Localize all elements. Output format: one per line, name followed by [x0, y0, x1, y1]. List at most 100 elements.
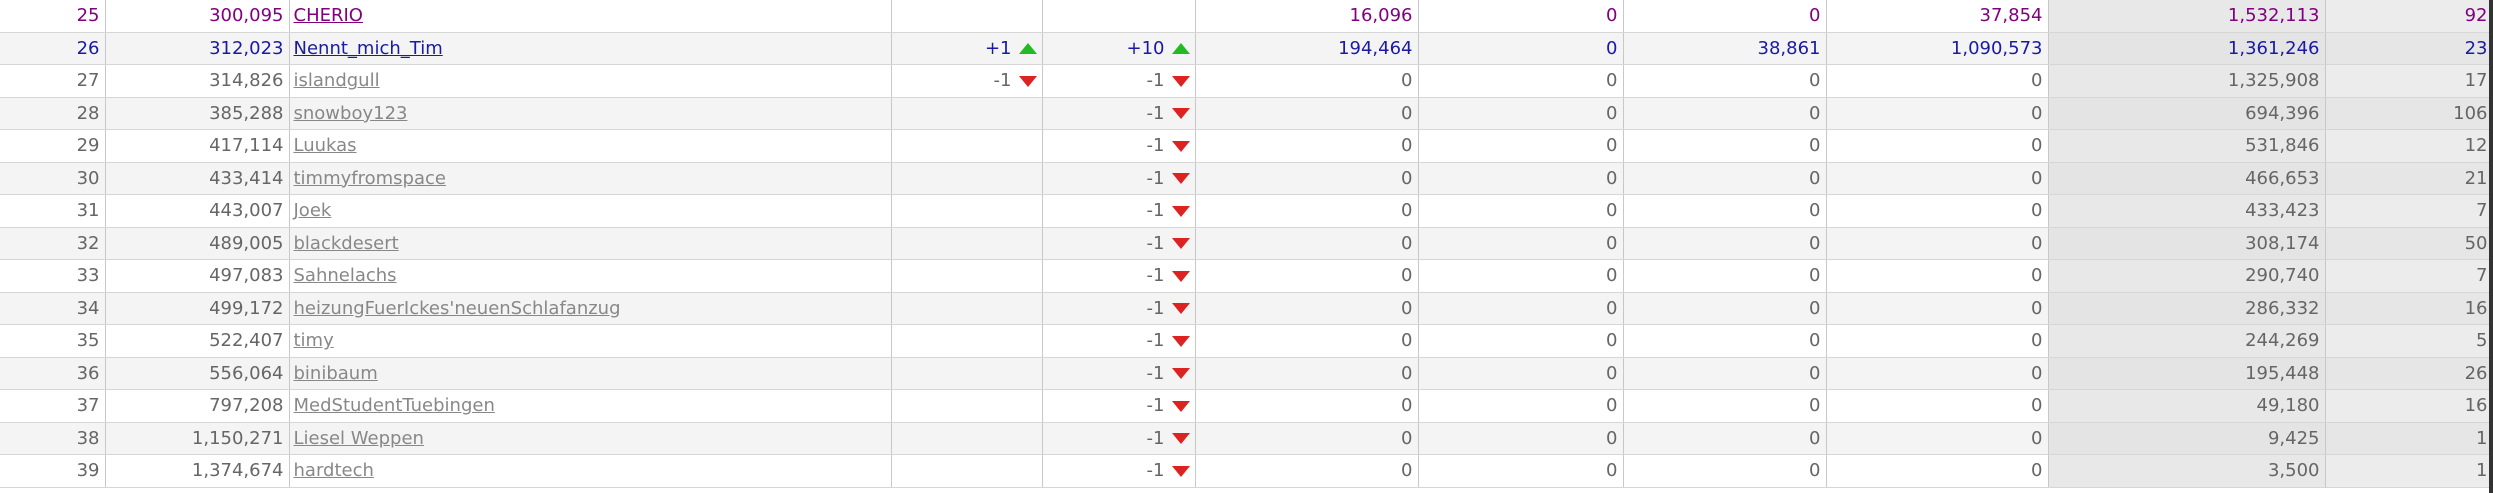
value-2-cell-value: 0 — [1606, 37, 1618, 59]
value-3-cell: 0 — [1623, 389, 1827, 423]
total-cell-value: 290,740 — [2245, 265, 2320, 287]
change-1-cell — [891, 422, 1043, 455]
value-2-cell: 0 — [1418, 64, 1624, 98]
change-2-cell: -1 — [1042, 357, 1196, 390]
value-1-cell-value: 0 — [1401, 200, 1413, 222]
value-1-cell-value: 0 — [1401, 167, 1413, 189]
change-1-cell — [891, 324, 1043, 358]
change-1-cell-value: -1 — [993, 70, 1012, 92]
arrow-down-icon — [1171, 433, 1190, 445]
last-value-cell: 26 — [2325, 357, 2493, 390]
rank-cell: 443,007 — [105, 194, 290, 228]
value-1-cell: 0 — [1195, 227, 1419, 260]
table-row: 33 497,083 Sahnelachs -1 0 0 0 0 290,740 7 — [0, 259, 2493, 293]
value-4-cell-value: 0 — [2031, 330, 2043, 352]
rank-cell-value: 1,374,674 — [191, 460, 284, 482]
table-row: 30 433,414 timmyfromspace -1 0 0 0 0 466,653 21 — [0, 162, 2493, 195]
player-name-cell: timy — [289, 324, 892, 358]
rank-cell: 433,414 — [105, 162, 290, 195]
arrow-down-icon — [1171, 400, 1190, 412]
position-cell-value: 33 — [76, 265, 100, 287]
total-cell-value: 1,532,113 — [2227, 5, 2320, 27]
arrow-down-icon — [1171, 303, 1190, 315]
player-link[interactable]: Luukas — [294, 135, 357, 156]
change-1-cell — [891, 162, 1043, 195]
value-1-cell: 194,464 — [1195, 32, 1419, 65]
player-link[interactable]: timy — [294, 330, 334, 351]
change-2-cell: -1 — [1042, 194, 1196, 228]
position-cell: 28 — [0, 97, 106, 130]
position-cell: 26 — [0, 32, 106, 65]
player-link[interactable]: Liesel Weppen — [294, 428, 424, 449]
value-2-cell: 0 — [1418, 162, 1624, 195]
value-3-cell-value: 0 — [1809, 102, 1821, 124]
player-link[interactable]: CHERIO — [294, 5, 363, 26]
arrow-down-icon — [1171, 75, 1190, 87]
arrow-down-icon — [1171, 140, 1190, 152]
value-2-cell-value: 0 — [1606, 330, 1618, 352]
position-cell-value: 25 — [76, 5, 100, 27]
value-2-cell-value: 0 — [1606, 362, 1618, 384]
position-cell: 37 — [0, 389, 106, 423]
player-link[interactable]: MedStudentTuebingen — [294, 395, 495, 416]
value-2-cell-value: 0 — [1606, 135, 1618, 157]
value-4-cell-value: 1,090,573 — [1950, 37, 2043, 59]
change-2-cell: -1 — [1042, 227, 1196, 260]
change-1-cell — [891, 227, 1043, 260]
change-2-cell-value: -1 — [1146, 362, 1165, 384]
position-cell: 30 — [0, 162, 106, 195]
value-4-cell-value: 0 — [2031, 427, 2043, 449]
change-2-cell: -1 — [1042, 454, 1196, 488]
value-2-cell-value: 0 — [1606, 395, 1618, 417]
total-cell: 49,180 — [2048, 389, 2326, 423]
player-name-cell: Liesel Weppen — [289, 422, 892, 455]
player-link[interactable]: Sahnelachs — [294, 265, 397, 286]
value-2-cell: 0 — [1418, 97, 1624, 130]
last-value-cell-value: 92 — [2464, 5, 2488, 27]
value-1-cell-value: 0 — [1401, 362, 1413, 384]
rank-cell-value: 417,114 — [209, 135, 284, 157]
change-2-cell-value: -1 — [1146, 102, 1165, 124]
player-link[interactable]: snowboy123 — [294, 103, 408, 124]
value-4-cell: 0 — [1826, 292, 2049, 325]
player-link[interactable]: islandgull — [294, 70, 380, 91]
player-link[interactable]: timmyfromspace — [294, 168, 446, 189]
player-name-cell: Joek — [289, 194, 892, 228]
change-2-cell: -1 — [1042, 129, 1196, 163]
change-2-cell: -1 — [1042, 324, 1196, 358]
last-value-cell: 12 — [2325, 129, 2493, 163]
arrow-down-icon — [1171, 270, 1190, 282]
change-2-cell-value: -1 — [1146, 395, 1165, 417]
position-cell: 25 — [0, 0, 106, 33]
total-cell: 308,174 — [2048, 227, 2326, 260]
last-value-cell-value: 1 — [2476, 460, 2488, 482]
player-link[interactable]: Nennt_mich_Tim — [294, 38, 443, 59]
value-2-cell: 0 — [1418, 389, 1624, 423]
value-2-cell: 0 — [1418, 259, 1624, 293]
change-2-cell-value: -1 — [1146, 167, 1165, 189]
table-row: 27 314,826 islandgull -1 -1 0 0 0 0 1,325,908 17 — [0, 64, 2493, 98]
total-cell: 195,448 — [2048, 357, 2326, 390]
player-link[interactable]: heizungFuerIckes'neuenSchlafanzug — [294, 298, 621, 319]
value-4-cell-value: 0 — [2031, 135, 2043, 157]
position-cell-value: 26 — [76, 37, 100, 59]
value-1-cell: 16,096 — [1195, 0, 1419, 33]
value-2-cell: 0 — [1418, 324, 1624, 358]
player-link[interactable]: Joek — [294, 200, 332, 221]
position-cell-value: 31 — [76, 200, 100, 222]
total-cell: 531,846 — [2048, 129, 2326, 163]
position-cell: 29 — [0, 129, 106, 163]
player-link[interactable]: blackdesert — [294, 233, 399, 254]
value-4-cell-value: 0 — [2031, 460, 2043, 482]
position-cell-value: 32 — [76, 232, 100, 254]
total-cell-value: 531,846 — [2245, 135, 2320, 157]
value-3-cell-value: 0 — [1809, 297, 1821, 319]
last-value-cell: 5 — [2325, 324, 2493, 358]
player-name-cell: islandgull — [289, 64, 892, 98]
last-value-cell: 7 — [2325, 194, 2493, 228]
position-cell: 33 — [0, 259, 106, 293]
player-link[interactable]: hardtech — [294, 460, 374, 481]
value-1-cell-value: 0 — [1401, 265, 1413, 287]
player-name-cell: hardtech — [289, 454, 892, 488]
player-link[interactable]: binibaum — [294, 363, 378, 384]
